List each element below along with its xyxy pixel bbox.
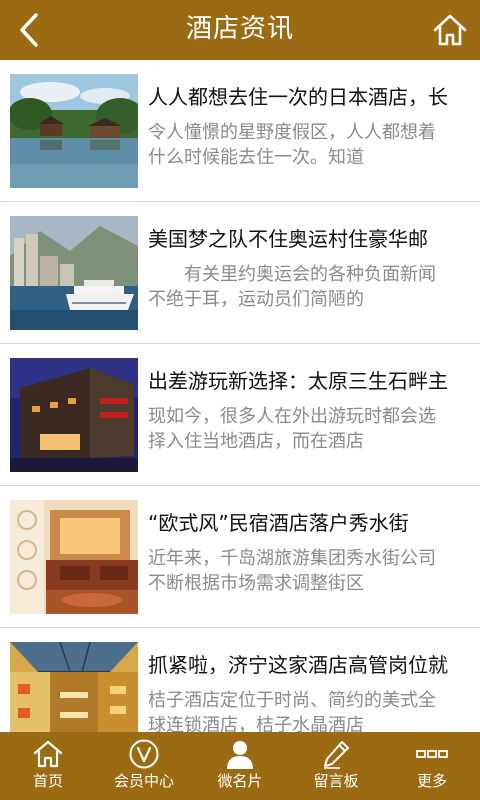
list-item[interactable]: 抓紧啦，济宁这家酒店高管岗位就 桔子酒店定位于时尚、简约的美式全球连锁酒店，桔子… bbox=[0, 628, 480, 732]
hotel-atrium-photo bbox=[10, 642, 138, 732]
article-title: “欧式风”民宿酒店落户秀水街 bbox=[148, 511, 409, 535]
bottom-tab-bar: 首页 会员中心 微名片 留言板 更多 bbox=[0, 732, 480, 800]
tab-message-board[interactable]: 留言板 bbox=[288, 732, 384, 800]
article-title: 人人都想去住一次的日本酒店，长 bbox=[148, 85, 448, 109]
tab-label: 首页 bbox=[32, 772, 63, 790]
pen-icon bbox=[324, 741, 349, 769]
home-icon bbox=[33, 740, 63, 768]
european-lobby-photo bbox=[10, 500, 138, 614]
article-title: 出差游玩新选择：太原三生石畔主 bbox=[148, 369, 448, 393]
article-summary: 有关里约奥运会的各种负面新闻不绝于耳，运动员们简陋的 bbox=[148, 264, 436, 310]
cruise-ship-harbor-photo bbox=[10, 216, 138, 330]
vip-circle-icon bbox=[129, 739, 159, 769]
home-button[interactable] bbox=[432, 12, 468, 48]
tab-label: 微名片 bbox=[217, 772, 263, 790]
article-list: 人人都想去住一次的日本酒店，长 令人憧憬的星野度假区，人人都想着什么时候能去住一… bbox=[0, 60, 480, 732]
list-item[interactable]: 出差游玩新选择：太原三生石畔主 现如今，很多人在外出游玩时都会选择入住当地酒店，… bbox=[0, 344, 480, 486]
list-item[interactable]: 美国梦之队不住奥运村住豪华邮 有关里约奥运会的各种负面新闻不绝于耳，运动员们简陋… bbox=[0, 202, 480, 344]
tab-label: 留言板 bbox=[313, 772, 359, 790]
home-icon bbox=[433, 14, 467, 46]
article-summary: 现如今，很多人在外出游玩时都会选择入住当地酒店，而在酒店 bbox=[148, 406, 436, 452]
tab-micro-card[interactable]: 微名片 bbox=[192, 732, 288, 800]
tab-member-center[interactable]: 会员中心 bbox=[96, 732, 192, 800]
user-icon bbox=[227, 741, 253, 769]
hotel-building-night-photo bbox=[10, 358, 138, 472]
article-summary: 近年来，千岛湖旅游集团秀水街公司不断根据市场需求调整街区 bbox=[148, 548, 436, 594]
article-title: 抓紧啦，济宁这家酒店高管岗位就 bbox=[148, 653, 448, 677]
list-item[interactable]: “欧式风”民宿酒店落户秀水街 近年来，千岛湖旅游集团秀水街公司不断根据市场需求调… bbox=[0, 486, 480, 628]
header-bar: 酒店资讯 bbox=[0, 0, 480, 60]
page-title: 酒店资讯 bbox=[185, 14, 294, 44]
lakeside-resort-photo bbox=[10, 74, 138, 188]
more-icon bbox=[416, 750, 448, 758]
list-item[interactable]: 人人都想去住一次的日本酒店，长 令人憧憬的星野度假区，人人都想着什么时候能去住一… bbox=[0, 60, 480, 202]
tab-home[interactable]: 首页 bbox=[0, 732, 96, 800]
article-summary: 桔子酒店定位于时尚、简约的美式全球连锁酒店，桔子水晶酒店 bbox=[148, 690, 436, 732]
article-summary: 令人憧憬的星野度假区，人人都想着什么时候能去住一次。知道 bbox=[148, 122, 436, 168]
tab-label: 更多 bbox=[416, 772, 447, 790]
tab-more[interactable]: 更多 bbox=[384, 732, 480, 800]
article-title: 美国梦之队不住奥运村住豪华邮 bbox=[148, 227, 428, 251]
tab-label: 会员中心 bbox=[113, 772, 174, 790]
